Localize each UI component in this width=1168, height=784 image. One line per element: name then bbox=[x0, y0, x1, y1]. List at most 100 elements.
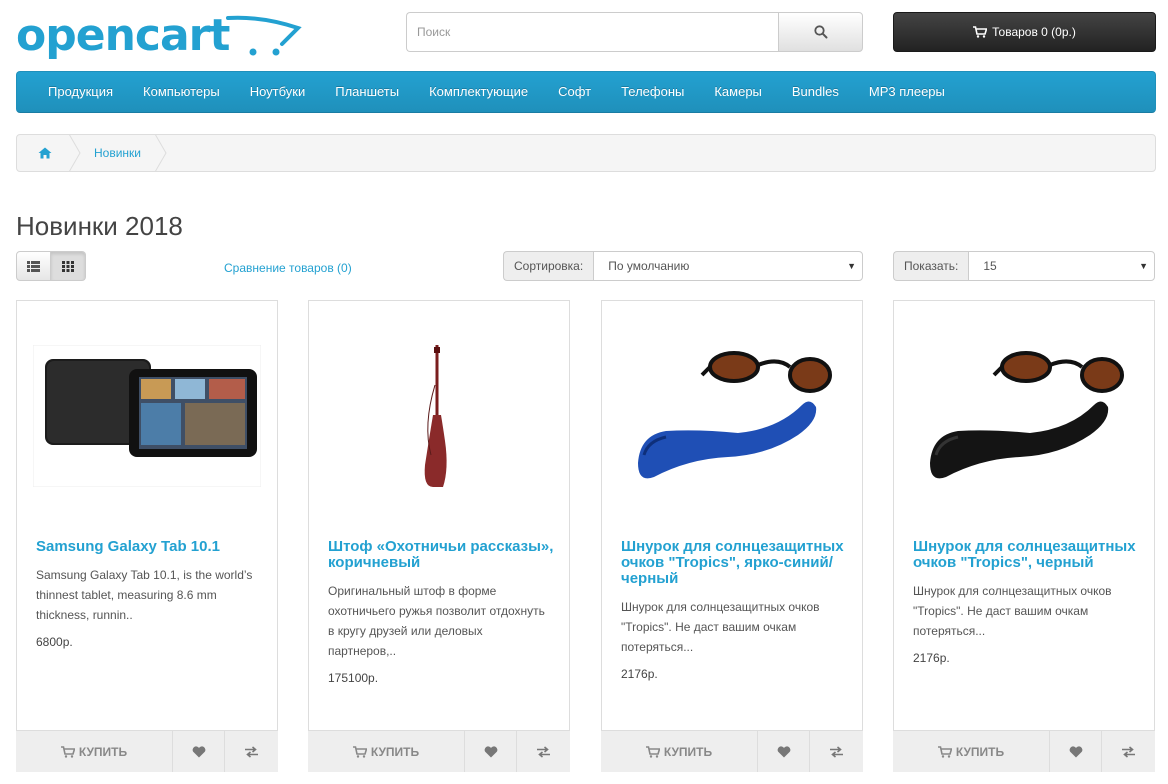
product-price: 2176р. bbox=[621, 667, 658, 681]
menu-item[interactable]: Планшеты bbox=[320, 71, 414, 113]
menu-item[interactable]: Ноутбуки bbox=[235, 71, 321, 113]
product-description: Оригинальный штоф в форме охотничьего ру… bbox=[328, 584, 545, 658]
product-name[interactable]: Шнурок для солнцезащитных очков "Tropics… bbox=[621, 539, 847, 587]
shopping-cart-icon bbox=[352, 745, 367, 758]
home-icon bbox=[38, 147, 52, 159]
menu-item[interactable]: Продукция bbox=[33, 71, 128, 113]
exchange-icon bbox=[829, 745, 843, 758]
tablet-image bbox=[33, 345, 261, 487]
flask-gun-image bbox=[325, 345, 553, 487]
product-actions: Купить bbox=[16, 730, 278, 772]
product-image[interactable] bbox=[618, 345, 846, 487]
product-card: Штоф «Охотничьи рассказы», коричневый Ор… bbox=[308, 300, 570, 772]
grid-icon bbox=[62, 260, 74, 272]
limit-select[interactable]: 15 ▼ bbox=[968, 251, 1155, 281]
limit-value: 15 bbox=[983, 259, 997, 273]
compare-button[interactable] bbox=[810, 731, 862, 772]
product-actions: Купить bbox=[601, 730, 863, 772]
shopping-cart-icon bbox=[973, 26, 988, 38]
limit-label: Показать: bbox=[893, 251, 969, 281]
product-price: 2176р. bbox=[913, 651, 950, 665]
view-toggle bbox=[16, 251, 87, 281]
add-to-cart-label: Купить bbox=[663, 744, 713, 759]
sort-label: Сортировка: bbox=[503, 251, 594, 281]
product-description: Шнурок для солнцезащитных очков "Tropics… bbox=[913, 584, 1112, 638]
main-menu: Продукция Компьютеры Ноутбуки Планшеты К… bbox=[16, 71, 1156, 113]
search-button[interactable] bbox=[778, 12, 863, 52]
heart-icon bbox=[1069, 745, 1082, 757]
search-bar bbox=[406, 12, 863, 52]
wishlist-button[interactable] bbox=[1050, 731, 1102, 772]
menu-item[interactable]: Комплектующие bbox=[414, 71, 543, 113]
add-to-cart-button[interactable]: Купить bbox=[16, 731, 173, 772]
breadcrumb-item[interactable]: Новинки bbox=[73, 146, 141, 160]
add-to-cart-label: Купить bbox=[370, 744, 420, 759]
product-name[interactable]: Штоф «Охотничьи рассказы», коричневый bbox=[328, 539, 554, 571]
exchange-icon bbox=[244, 745, 258, 758]
menu-item[interactable]: Bundles bbox=[777, 71, 854, 113]
grid-view-button[interactable] bbox=[51, 251, 86, 281]
wishlist-button[interactable] bbox=[758, 731, 810, 772]
cart-label: Товаров 0 (0р.) bbox=[992, 25, 1076, 39]
product-image[interactable] bbox=[325, 345, 553, 487]
sort-select[interactable]: По умолчанию ▼ bbox=[593, 251, 863, 281]
limit-control: Показать: 15 ▼ bbox=[893, 251, 1155, 281]
compare-button[interactable] bbox=[517, 731, 569, 772]
search-input[interactable] bbox=[406, 12, 778, 52]
search-icon bbox=[813, 25, 827, 39]
product-image[interactable] bbox=[910, 345, 1138, 487]
shopping-cart-icon bbox=[645, 745, 660, 758]
product-price: 6800р. bbox=[36, 635, 73, 649]
product-name[interactable]: Samsung Galaxy Tab 10.1 bbox=[36, 539, 262, 555]
compare-link[interactable]: Сравнение товаров (0) bbox=[224, 261, 352, 275]
add-to-cart-label: Купить bbox=[955, 744, 1005, 759]
chevron-down-icon: ▼ bbox=[1139, 261, 1148, 271]
heart-icon bbox=[484, 745, 497, 757]
sort-value: По умолчанию bbox=[608, 259, 690, 273]
wishlist-button[interactable] bbox=[465, 731, 517, 772]
product-price: 175100р. bbox=[328, 671, 379, 685]
heart-icon bbox=[192, 745, 205, 757]
glasses-strap-blue-image bbox=[618, 345, 846, 487]
add-to-cart-button[interactable]: Купить bbox=[308, 731, 465, 772]
breadcrumb-separator bbox=[155, 135, 167, 171]
product-actions: Купить bbox=[308, 730, 570, 772]
glasses-strap-black-image bbox=[910, 345, 1138, 487]
list-view-button[interactable] bbox=[16, 251, 51, 281]
logo-cart-icon bbox=[226, 15, 302, 56]
product-caption: Шнурок для солнцезащитных очков "Tropics… bbox=[913, 539, 1139, 667]
product-name[interactable]: Шнурок для солнцезащитных очков "Tropics… bbox=[913, 539, 1139, 571]
menu-item[interactable]: Камеры bbox=[699, 71, 777, 113]
breadcrumb: Новинки bbox=[16, 134, 1156, 172]
add-to-cart-button[interactable]: Купить bbox=[601, 731, 758, 772]
shopping-cart-icon bbox=[937, 745, 952, 758]
heart-icon bbox=[777, 745, 790, 757]
exchange-icon bbox=[1121, 745, 1135, 758]
product-card: Шнурок для солнцезащитных очков "Tropics… bbox=[601, 300, 863, 772]
sort-control: Сортировка: По умолчанию ▼ bbox=[503, 251, 863, 281]
page-title: Новинки 2018 bbox=[16, 211, 183, 241]
compare-button[interactable] bbox=[1102, 731, 1154, 772]
breadcrumb-home[interactable] bbox=[17, 135, 81, 171]
product-image[interactable] bbox=[33, 345, 261, 487]
menu-item[interactable]: Компьютеры bbox=[128, 71, 235, 113]
product-caption: Шнурок для солнцезащитных очков "Tropics… bbox=[621, 539, 847, 683]
logo[interactable]: opencart bbox=[16, 10, 302, 66]
logo-text: opencart bbox=[16, 10, 230, 61]
menu-item[interactable]: MP3 плееры bbox=[854, 71, 960, 113]
compare-button[interactable] bbox=[225, 731, 277, 772]
add-to-cart-button[interactable]: Купить bbox=[893, 731, 1050, 772]
product-description: Samsung Galaxy Tab 10.1, is the world’s … bbox=[36, 568, 253, 622]
exchange-icon bbox=[536, 745, 550, 758]
add-to-cart-label: Купить bbox=[78, 744, 128, 759]
menu-item[interactable]: Софт bbox=[543, 71, 606, 113]
product-caption: Штоф «Охотничьи рассказы», коричневый Ор… bbox=[328, 539, 554, 687]
product-caption: Samsung Galaxy Tab 10.1 Samsung Galaxy T… bbox=[36, 539, 262, 651]
breadcrumb-separator bbox=[69, 135, 81, 171]
list-icon bbox=[27, 260, 40, 272]
wishlist-button[interactable] bbox=[173, 731, 225, 772]
product-actions: Купить bbox=[893, 730, 1155, 772]
cart-button[interactable]: Товаров 0 (0р.) bbox=[893, 12, 1156, 52]
chevron-down-icon: ▼ bbox=[847, 261, 856, 271]
menu-item[interactable]: Телефоны bbox=[606, 71, 699, 113]
